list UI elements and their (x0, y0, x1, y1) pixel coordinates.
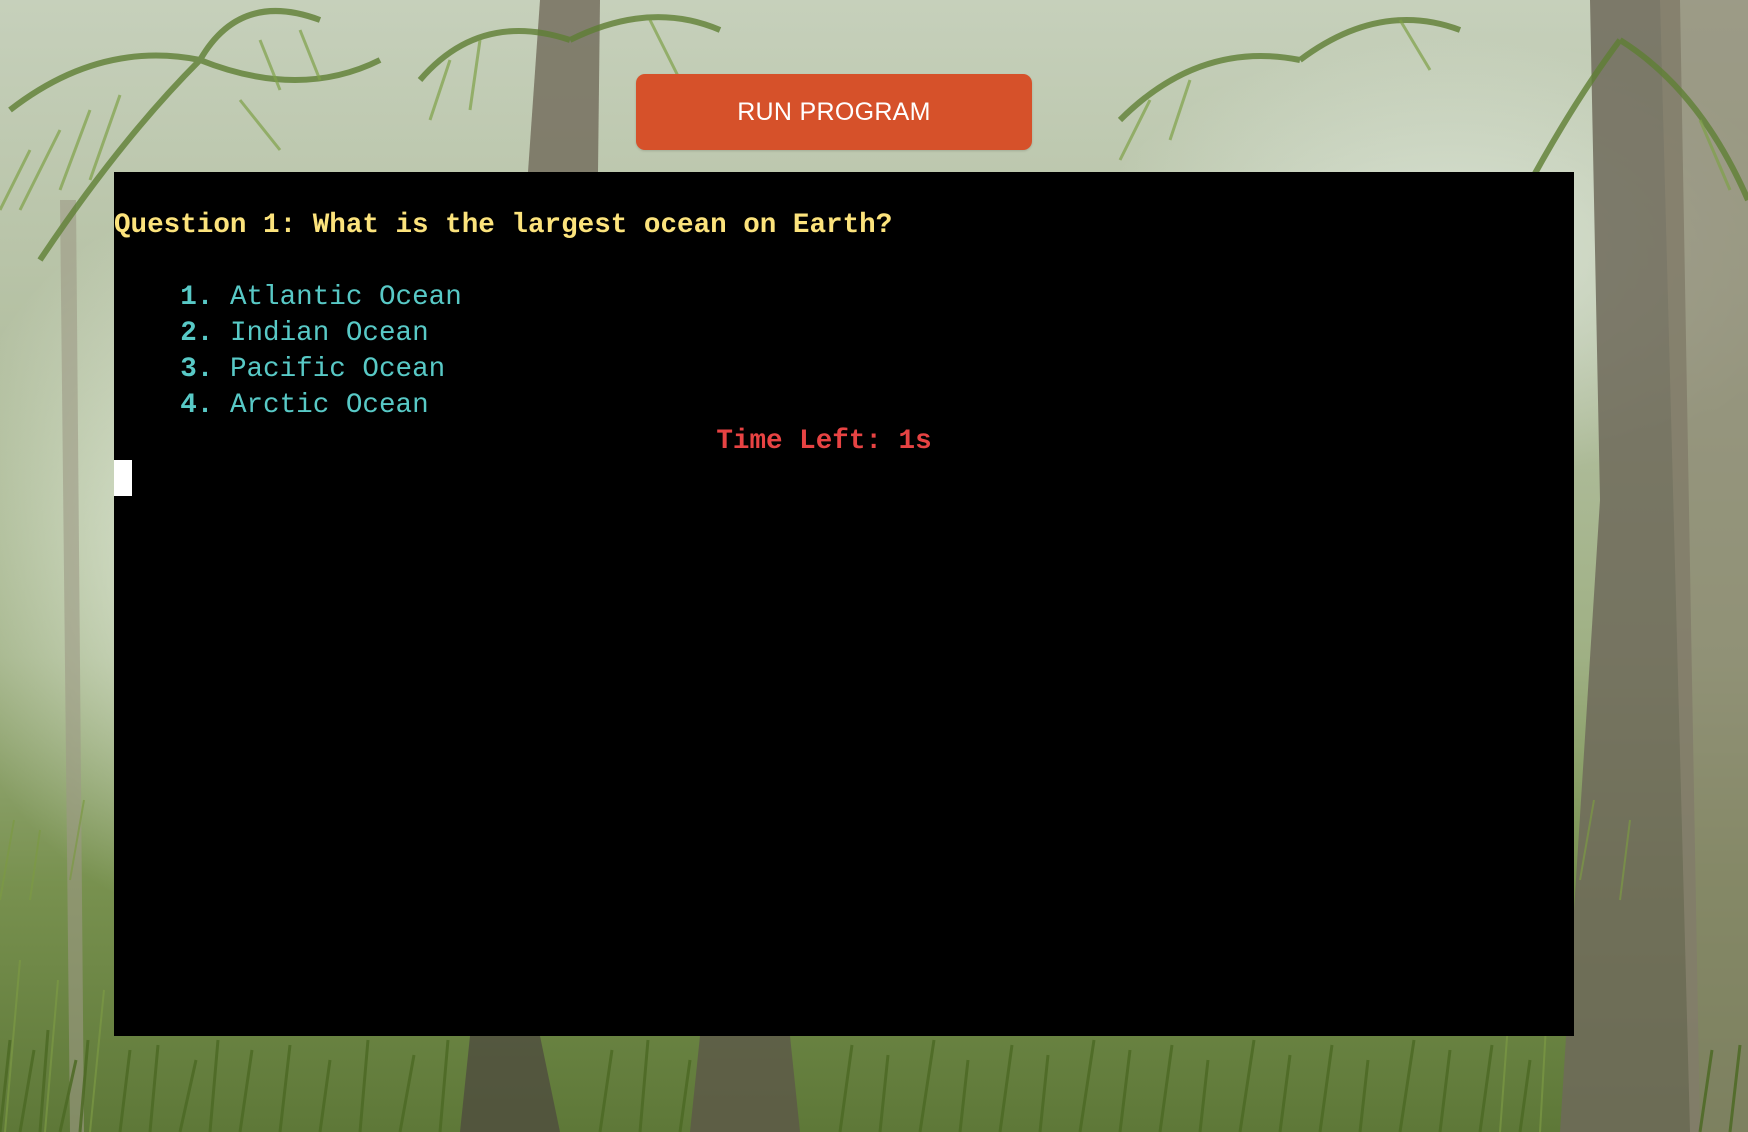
run-program-button[interactable]: RUN PROGRAM (636, 74, 1032, 150)
option-number: 4. (180, 390, 214, 421)
option-text: Arctic Ocean (229, 390, 429, 421)
terminal[interactable]: Question 1: What is the largest ocean on… (114, 172, 1574, 1036)
time-left-label: Time Left: 1s (716, 426, 932, 457)
terminal-cursor[interactable] (114, 460, 132, 496)
question-text: Question 1: What is the largest ocean on… (114, 210, 893, 241)
